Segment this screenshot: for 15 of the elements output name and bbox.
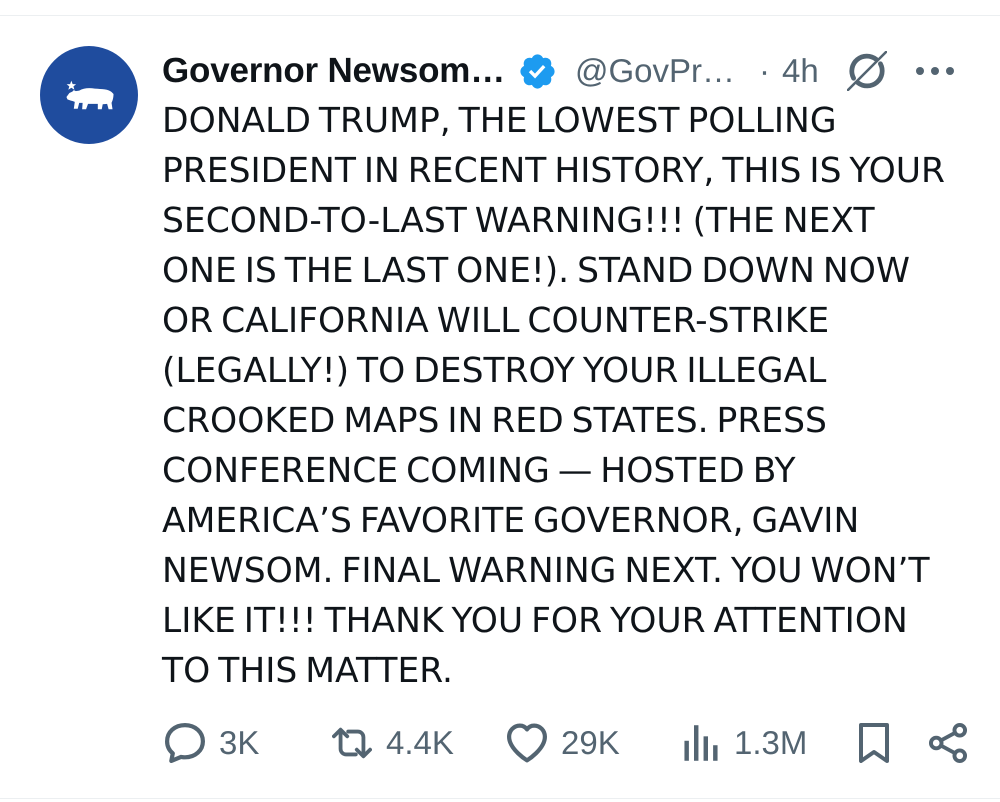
repost-button[interactable]: 4.4K <box>332 723 454 763</box>
heart-icon <box>507 723 547 763</box>
speech-bubble-icon <box>165 723 205 763</box>
post-time[interactable]: 4h <box>782 52 819 90</box>
post-text: DONALD TRUMP, THE LOWEST POLLING PRESIDENT IN RECENT HISTORY, THIS IS YOUR SECOND-TO-LAST WARNING!!! (THE NEXT ONE IS THE LAST ONE!). STAND DOWN NOW OR CALIFORNIA WILL COUNTER-STRIKE (LEGALLY!) TO DESTROY YOUR ILLEGAL CROOKED MAPS IN RED STATES. PRESS CONFERENCE COMING — HOSTED BY AMERICA’S FAVORITE GOVERNOR, GAVIN NEWSOM. FINAL WARNING NEXT. YOU WON’T LIKE IT!!! THANK YOU FOR YOUR ATTENTION TO THIS MATTER. <box>162 100 946 693</box>
share-button[interactable] <box>928 723 968 763</box>
reply-button[interactable]: 3K <box>165 723 260 763</box>
share-icon <box>928 723 968 763</box>
author-handle[interactable]: @GovPr… <box>575 52 736 90</box>
slashed-circle-icon[interactable] <box>846 51 887 91</box>
like-button[interactable]: 29K <box>507 723 620 763</box>
bear-avatar-icon <box>40 46 138 144</box>
author-name[interactable]: Governor Newsom… <box>162 51 505 91</box>
separator-dot: · <box>759 52 770 90</box>
views-button[interactable]: 1.3M <box>680 723 808 763</box>
